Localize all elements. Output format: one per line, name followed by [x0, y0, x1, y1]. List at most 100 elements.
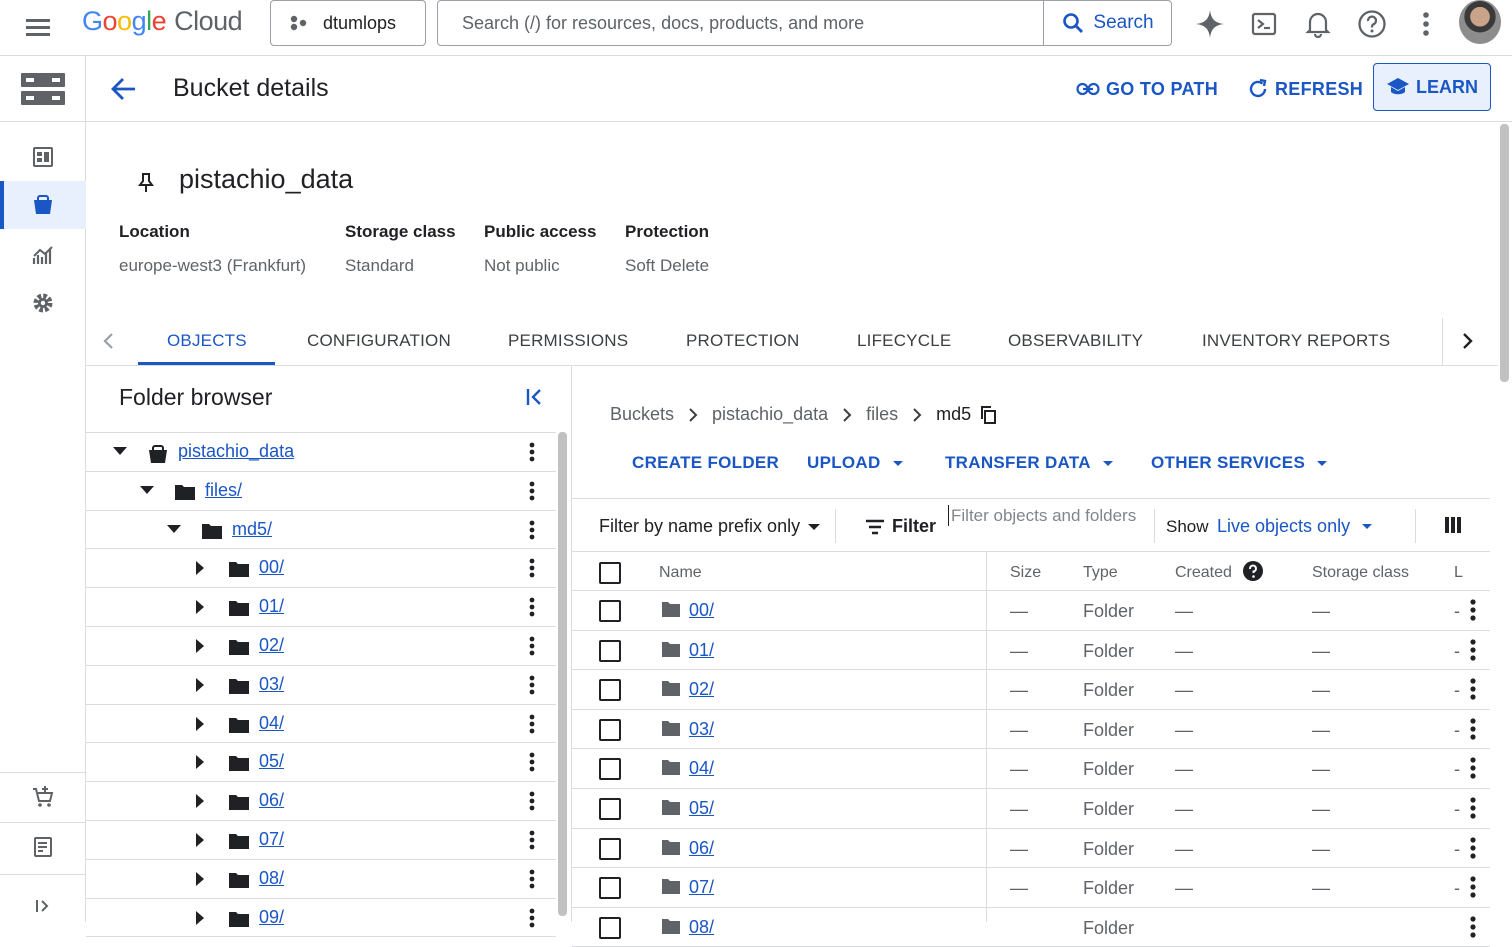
collapsed-arrow-icon[interactable]: [193, 793, 207, 814]
object-name-link[interactable]: 03/: [689, 719, 714, 740]
gemini-sparkle-icon[interactable]: [1194, 8, 1226, 40]
row-checkbox[interactable]: [599, 679, 621, 702]
more-vert-icon[interactable]: [529, 714, 535, 739]
more-vert-icon[interactable]: [1470, 876, 1476, 903]
collapsed-arrow-icon[interactable]: [193, 599, 207, 620]
tree-row[interactable]: 07/: [86, 821, 556, 860]
monitoring-icon[interactable]: [0, 231, 86, 279]
more-vert-icon[interactable]: [1470, 836, 1476, 864]
collapsed-arrow-icon[interactable]: [193, 560, 207, 581]
select-all-checkbox[interactable]: [599, 562, 621, 584]
expanded-arrow-icon[interactable]: [139, 483, 155, 502]
expanded-arrow-icon[interactable]: [166, 522, 182, 541]
help-icon[interactable]: [1243, 561, 1263, 586]
tree-row[interactable]: md5/: [86, 511, 556, 550]
filter-mode-select[interactable]: Filter by name prefix only: [599, 516, 821, 537]
upload-button[interactable]: UPLOAD: [807, 453, 903, 473]
breadcrumb-bucket[interactable]: pistachio_data: [712, 404, 828, 425]
tree-item-link[interactable]: pistachio_data: [178, 441, 294, 462]
collapsed-arrow-icon[interactable]: [193, 638, 207, 659]
tree-row[interactable]: 02/: [86, 627, 556, 666]
tab-configuration[interactable]: CONFIGURATION: [307, 331, 451, 351]
tree-row[interactable]: 03/: [86, 666, 556, 705]
google-cloud-logo[interactable]: Google Cloud: [82, 6, 243, 37]
tab-protection[interactable]: PROTECTION: [686, 331, 799, 351]
tab-permissions[interactable]: PERMISSIONS: [508, 331, 628, 351]
tree-row[interactable]: pistachio_data: [86, 433, 556, 472]
tree-item-link[interactable]: md5/: [232, 519, 272, 540]
collapsed-arrow-icon[interactable]: [193, 832, 207, 853]
row-checkbox[interactable]: [599, 639, 621, 662]
tree-row[interactable]: 05/: [86, 743, 556, 783]
tree-item-link[interactable]: 05/: [259, 751, 284, 772]
go-to-path-button[interactable]: GO TO PATH: [1076, 61, 1218, 117]
main-menu-icon[interactable]: [24, 14, 52, 42]
more-vert-icon[interactable]: [529, 830, 535, 855]
tree-item-link[interactable]: 09/: [259, 907, 284, 928]
tree-row[interactable]: 08/: [86, 860, 556, 899]
cloud-storage-product-icon[interactable]: [0, 56, 86, 122]
col-storage-class[interactable]: Storage class: [1312, 564, 1409, 582]
collapsed-arrow-icon[interactable]: [193, 716, 207, 737]
marketplace-icon[interactable]: [0, 773, 86, 821]
breadcrumb-files[interactable]: files: [866, 404, 898, 425]
tree-row[interactable]: 04/: [86, 705, 556, 744]
object-name-link[interactable]: 08/: [689, 917, 714, 938]
table-row[interactable]: 08/Folder: [572, 908, 1490, 947]
tree-item-link[interactable]: 07/: [259, 829, 284, 850]
object-name-link[interactable]: 02/: [689, 679, 714, 700]
notifications-icon[interactable]: [1302, 8, 1334, 40]
search-input[interactable]: Search (/) for resources, docs, products…: [438, 1, 1043, 45]
buckets-icon[interactable]: [0, 181, 86, 229]
tree-item-link[interactable]: files/: [205, 480, 242, 501]
col-created[interactable]: Created: [1175, 564, 1232, 582]
search-button[interactable]: Search: [1043, 1, 1171, 45]
table-row[interactable]: 06/ — Folder — — -: [572, 829, 1490, 869]
more-vert-icon[interactable]: [529, 675, 535, 700]
row-checkbox[interactable]: [599, 916, 621, 939]
col-size[interactable]: Size: [1010, 564, 1041, 582]
more-vert-icon[interactable]: [529, 636, 535, 661]
more-vert-icon[interactable]: [1470, 599, 1476, 626]
object-name-link[interactable]: 07/: [689, 877, 714, 898]
page-scrollbar[interactable]: [1498, 122, 1512, 922]
object-name-link[interactable]: 01/: [689, 640, 714, 661]
breadcrumb-buckets[interactable]: Buckets: [610, 404, 674, 425]
more-vert-icon[interactable]: [1470, 678, 1476, 705]
settings-icon[interactable]: [0, 279, 86, 327]
column-resize-divider[interactable]: [986, 552, 987, 922]
account-avatar[interactable]: [1459, 0, 1501, 44]
cloud-shell-icon[interactable]: [1248, 8, 1280, 40]
collapsed-arrow-icon[interactable]: [193, 871, 207, 892]
collapsed-arrow-icon[interactable]: [193, 910, 207, 931]
tab-observability[interactable]: OBSERVABILITY: [1008, 331, 1143, 351]
more-vert-icon[interactable]: [529, 558, 535, 583]
learn-button[interactable]: LEARN: [1373, 63, 1491, 111]
more-vert-icon[interactable]: [529, 869, 535, 894]
collapse-panel-icon[interactable]: [524, 386, 546, 413]
collapsed-arrow-icon[interactable]: [193, 754, 207, 775]
more-vert-icon[interactable]: [1470, 757, 1476, 784]
refresh-button[interactable]: REFRESH: [1247, 61, 1363, 117]
tree-item-link[interactable]: 01/: [259, 596, 284, 617]
table-row[interactable]: 03/ — Folder — — -: [572, 710, 1490, 750]
more-vert-icon[interactable]: [529, 908, 535, 933]
transfer-data-button[interactable]: TRANSFER DATA: [945, 453, 1113, 473]
expanded-arrow-icon[interactable]: [112, 444, 128, 463]
more-vert-icon[interactable]: [529, 520, 535, 545]
tree-row[interactable]: 00/: [86, 549, 556, 589]
create-folder-button[interactable]: CREATE FOLDER: [632, 453, 779, 473]
collapsed-arrow-icon[interactable]: [193, 677, 207, 698]
tree-scrollbar[interactable]: [556, 432, 570, 922]
more-vert-icon[interactable]: [1470, 638, 1476, 666]
tree-row[interactable]: 09/: [86, 899, 556, 938]
tree-item-link[interactable]: 03/: [259, 674, 284, 695]
table-row[interactable]: 05/ — Folder — — -: [572, 789, 1490, 829]
tree-row[interactable]: files/: [86, 472, 556, 511]
tree-item-link[interactable]: 04/: [259, 713, 284, 734]
more-options-icon[interactable]: [1410, 8, 1442, 40]
more-vert-icon[interactable]: [1470, 916, 1476, 943]
back-arrow-icon[interactable]: [110, 76, 138, 107]
col-truncated[interactable]: L: [1454, 564, 1463, 582]
row-checkbox[interactable]: [599, 877, 621, 900]
